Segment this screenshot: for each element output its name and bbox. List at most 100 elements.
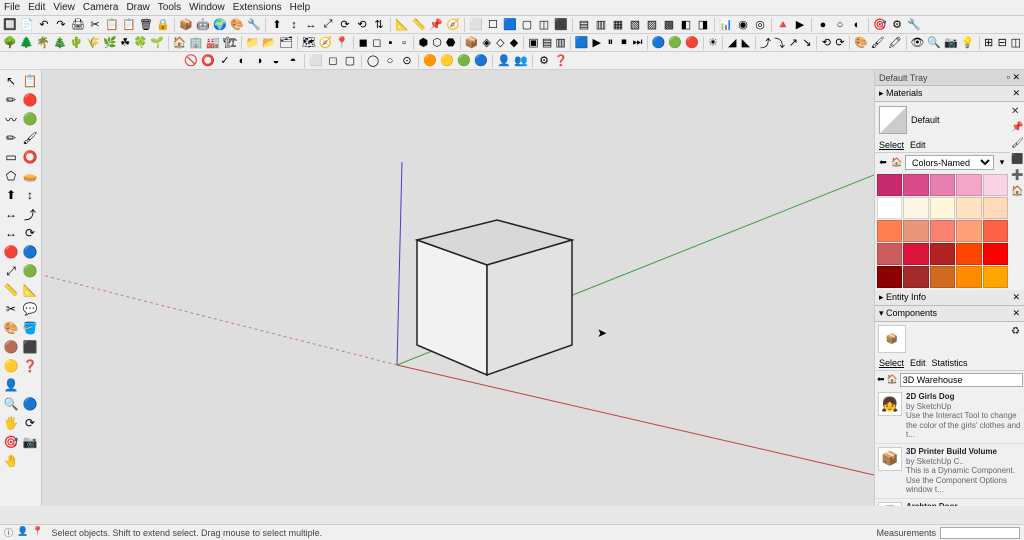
color-swatch[interactable]: [930, 266, 955, 288]
tray-titlebar[interactable]: Default Tray ▫ ✕: [875, 70, 1024, 86]
tool-button[interactable]: 🖌: [21, 129, 39, 147]
toolbar-button[interactable]: ▶: [792, 17, 808, 33]
toolbar-button[interactable]: ◐: [849, 17, 865, 33]
toolbar-button[interactable]: ⬡: [431, 35, 444, 51]
tool-button[interactable]: 👤: [2, 376, 20, 394]
home-icon[interactable]: 🏠: [891, 157, 903, 169]
toolbar-button[interactable]: 🌾: [86, 35, 102, 51]
tool-button[interactable]: ↔: [2, 224, 20, 242]
color-swatch[interactable]: [903, 266, 928, 288]
tool-button[interactable]: 🎨: [2, 319, 20, 337]
toolbar-button[interactable]: ⟲: [354, 17, 370, 33]
toolbar-button[interactable]: 🟡: [439, 53, 455, 69]
toolbar-button[interactable]: 🏗: [222, 35, 238, 51]
side-icon[interactable]: ➕: [1011, 170, 1023, 182]
toolbar-button[interactable]: 📁: [245, 35, 261, 51]
component-preview-thumb[interactable]: 📦: [878, 325, 906, 353]
tool-button[interactable]: 📏: [2, 281, 20, 299]
tab-statistics[interactable]: Statistics: [932, 358, 968, 368]
tool-button[interactable]: ❓: [21, 357, 39, 375]
close-icon[interactable]: ▫ ✕: [1007, 72, 1020, 83]
toolbar-button[interactable]: ◻: [370, 35, 383, 51]
toolbar-button[interactable]: 🔧: [906, 17, 922, 33]
toolbar-button[interactable]: ⚙: [536, 53, 552, 69]
color-swatch[interactable]: [983, 220, 1008, 242]
toolbar-button[interactable]: 🖍: [887, 35, 903, 51]
menu-camera[interactable]: Camera: [83, 2, 119, 13]
side-icon[interactable]: ✕: [1011, 106, 1023, 118]
tool-button[interactable]: 〰: [2, 110, 20, 128]
color-swatch[interactable]: [930, 220, 955, 242]
toolbar-button[interactable]: 👁: [909, 35, 925, 51]
toolbar-button[interactable]: ▤: [541, 35, 554, 51]
toolbar-button[interactable]: 💡: [960, 35, 976, 51]
toolbar-button[interactable]: ◣: [740, 35, 753, 51]
color-swatch[interactable]: [983, 243, 1008, 265]
toolbar-button[interactable]: ◻: [325, 53, 341, 69]
toolbar-button[interactable]: 🌲: [19, 35, 35, 51]
toolbar-button[interactable]: ◨: [695, 17, 711, 33]
tool-button[interactable]: ⟳: [21, 224, 39, 242]
tool-button[interactable]: 🟡: [2, 357, 20, 375]
color-swatch[interactable]: [903, 197, 928, 219]
toolbar-button[interactable]: ⬜: [308, 53, 324, 69]
color-swatch[interactable]: [956, 220, 981, 242]
toolbar-button[interactable]: 📂: [261, 35, 277, 51]
toolbar-button[interactable]: 🔧: [246, 17, 262, 33]
toolbar-button[interactable]: 🍀: [133, 35, 149, 51]
toolbar-button[interactable]: ◑: [251, 53, 267, 69]
tool-button[interactable]: 🟢: [21, 110, 39, 128]
color-swatch[interactable]: [983, 197, 1008, 219]
tool-button[interactable]: 🔵: [21, 395, 39, 413]
menu-window[interactable]: Window: [189, 2, 225, 13]
back-icon[interactable]: ⬅: [877, 157, 889, 169]
tool-button[interactable]: 🟤: [2, 338, 20, 356]
entity-info-header[interactable]: ▸ Entity Info ✕: [875, 290, 1024, 306]
tool-button[interactable]: 🤚: [2, 452, 20, 470]
tool-button[interactable]: 🟢: [21, 262, 39, 280]
toolbar-button[interactable]: ⤵: [773, 35, 786, 51]
toolbar-button[interactable]: 🗺: [301, 35, 317, 51]
toolbar-button[interactable]: ▨: [644, 17, 660, 33]
color-swatch[interactable]: [956, 243, 981, 265]
refresh-icon[interactable]: ♻: [1011, 326, 1023, 338]
toolbar-button[interactable]: 🔍: [926, 35, 942, 51]
toolbar-button[interactable]: 🟦: [502, 17, 518, 33]
tool-button[interactable]: ⟳: [21, 414, 39, 432]
tab-edit[interactable]: Edit: [910, 358, 926, 368]
toolbar-button[interactable]: 📏: [411, 17, 427, 33]
toolbar-button[interactable]: ✓: [217, 53, 233, 69]
components-header[interactable]: ▾ Components ✕: [875, 306, 1024, 322]
color-swatch[interactable]: [877, 220, 902, 242]
menu-file[interactable]: File: [4, 2, 20, 13]
tool-button[interactable]: 🪣: [21, 319, 39, 337]
toolbar-button[interactable]: 🔵: [651, 35, 667, 51]
toolbar-button[interactable]: ▢: [519, 17, 535, 33]
tool-button[interactable]: ✏: [2, 129, 20, 147]
color-swatch[interactable]: [930, 243, 955, 265]
toolbar-button[interactable]: ◎: [752, 17, 768, 33]
tool-button[interactable]: 🔍: [2, 395, 20, 413]
side-icon[interactable]: 📌: [1011, 122, 1023, 134]
toolbar-button[interactable]: ▶: [590, 35, 603, 51]
toolbar-button[interactable]: ◈: [480, 35, 493, 51]
color-swatch[interactable]: [903, 220, 928, 242]
toolbar-button[interactable]: 📋: [121, 17, 137, 33]
side-icon[interactable]: 🏠: [1011, 186, 1023, 198]
material-collection-select[interactable]: Colors-Named: [905, 155, 994, 170]
toolbar-button[interactable]: 📋: [104, 17, 120, 33]
toolbar-button[interactable]: ☀: [707, 35, 720, 51]
toolbar-button[interactable]: ○: [382, 53, 398, 69]
toolbar-button[interactable]: 🌴: [35, 35, 51, 51]
collapse-icon[interactable]: ✕: [1012, 292, 1020, 303]
user-icon[interactable]: 👤: [17, 526, 28, 539]
tool-button[interactable]: 🖐: [2, 414, 20, 432]
tool-button[interactable]: ▭: [2, 148, 20, 166]
toolbar-button[interactable]: ◆: [508, 35, 521, 51]
side-icon[interactable]: 🖌: [1011, 138, 1023, 150]
materials-header[interactable]: ▸ Materials ✕: [875, 86, 1024, 102]
toolbar-button[interactable]: 🏭: [205, 35, 221, 51]
toolbar-button[interactable]: 🌳: [2, 35, 18, 51]
tool-button[interactable]: ⬛: [21, 338, 39, 356]
toolbar-button[interactable]: ⊞: [982, 35, 995, 51]
